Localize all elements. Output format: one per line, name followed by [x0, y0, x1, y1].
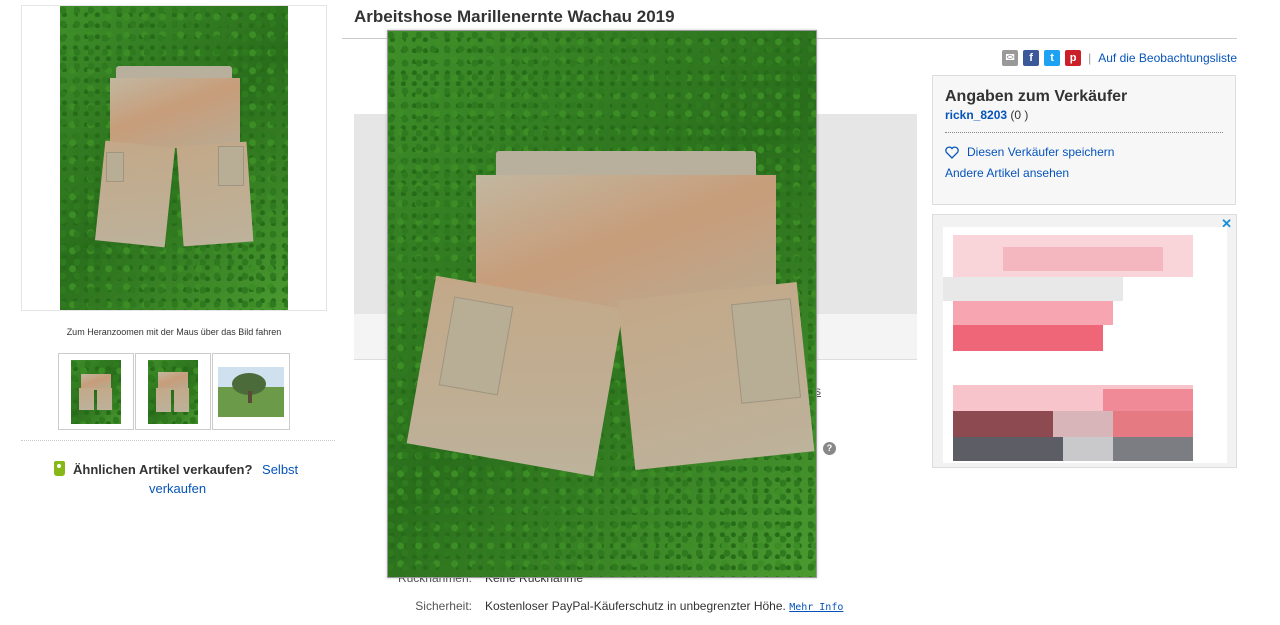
shorts-side-thumbnail [148, 359, 198, 424]
shorts-photo [60, 6, 288, 310]
watchlist-link[interactable]: Auf die Beobachtungsliste [1098, 51, 1237, 65]
sell-yourself-link-continued[interactable]: verkaufen [54, 479, 324, 498]
thumbnail-strip [58, 353, 290, 430]
sell-yourself-link[interactable]: Selbst [262, 462, 298, 477]
zoom-hint-text: Zum Heranzoomen mit der Maus über das Bi… [66, 327, 282, 337]
zoomed-shorts [406, 151, 815, 481]
shorts-front-thumbnail [71, 359, 121, 424]
price-tag-icon [54, 461, 65, 476]
listing-title: Arbeitshose Marillenernte Wachau 2019 [354, 7, 675, 26]
security-row: Sicherheit: Kostenloser PayPal-Käuferschu… [354, 599, 843, 613]
thumbnail-1[interactable] [58, 353, 134, 430]
seller-name-line: rickn_8203 (0 ) [945, 108, 1223, 122]
seller-feedback-score: (0 ) [1010, 108, 1029, 122]
pinterest-icon[interactable]: p [1065, 50, 1082, 66]
left-divider [21, 440, 335, 441]
thumbnail-3[interactable] [212, 353, 290, 430]
security-label: Sicherheit: [415, 599, 472, 613]
seller-divider [945, 132, 1223, 133]
twitter-icon[interactable]: t [1044, 50, 1061, 66]
security-value: Kostenloser PayPal-Käuferschutz in unbeg… [485, 599, 786, 613]
share-bar: ✉ f t p | Auf die Beobachtungsliste [980, 50, 1237, 66]
sell-similar-question: Ähnlichen Artikel verkaufen? [73, 462, 253, 477]
share-separator: | [1088, 51, 1092, 65]
more-info-link[interactable]: Mehr Info [789, 602, 843, 613]
main-product-image[interactable] [21, 5, 327, 311]
heart-icon [945, 145, 959, 159]
seller-other-items-link[interactable]: Andere Artikel ansehen [945, 166, 1223, 180]
seller-name-link[interactable]: rickn_8203 [945, 108, 1007, 122]
seller-info-box: Angaben zum Verkäufer rickn_8203 (0 ) Di… [932, 75, 1236, 205]
facebook-icon[interactable]: f [1023, 50, 1040, 66]
pixelated-ad-image [943, 227, 1227, 463]
shorts-illustration [94, 66, 254, 256]
save-seller-button[interactable]: Diesen Verkäufer speichern [945, 145, 1223, 159]
help-icon[interactable]: ? [823, 442, 836, 455]
advertisement[interactable]: ✕ [932, 214, 1237, 468]
seller-heading: Angaben zum Verkäufer [945, 88, 1128, 105]
ebay-listing-page: Zum Heranzoomen mit der Maus über das Bi… [0, 0, 1280, 625]
save-seller-label: Diesen Verkäufer speichern [967, 145, 1115, 159]
sell-similar-section: Ähnlichen Artikel verkaufen? Selbst verk… [54, 460, 324, 498]
zoom-preview [387, 30, 817, 578]
orchard-tree-thumbnail [218, 366, 284, 417]
email-icon[interactable]: ✉ [1002, 50, 1019, 66]
thumbnail-2[interactable] [135, 353, 211, 430]
